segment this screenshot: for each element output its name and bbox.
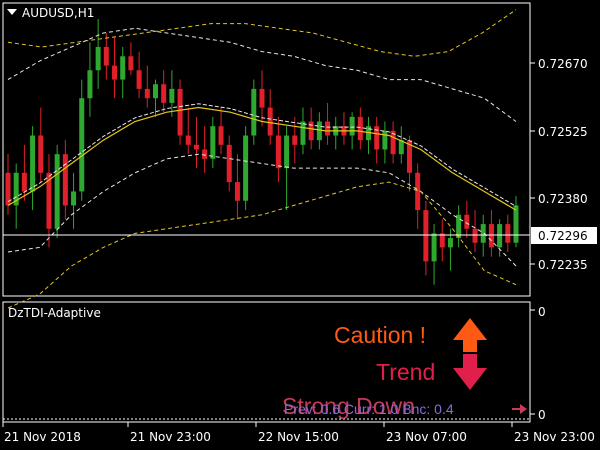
current-price-label: 0.72296: [538, 229, 588, 243]
indicator-title: DzTDI-Adaptive: [8, 306, 101, 320]
candle-body: [415, 172, 421, 211]
symbol-title: AUDUSD,H1: [22, 6, 94, 20]
candle-body: [210, 126, 216, 159]
candle-body: [488, 224, 494, 248]
time-axis: 21 Nov 2018 21 Nov 23:00 22 Nov 15:00 23…: [2, 422, 595, 444]
candle-body: [218, 126, 224, 145]
candle-body: [152, 84, 158, 99]
candle-body: [447, 238, 453, 248]
time-tick-label: 23 Nov 07:00: [386, 430, 467, 444]
candle-body: [112, 65, 118, 80]
candle-body: [226, 144, 232, 183]
time-tick-label: 21 Nov 2018: [4, 430, 81, 444]
candle-body: [185, 135, 191, 145]
dropdown-triangle-icon[interactable]: [7, 9, 17, 15]
candle-body: [128, 56, 134, 71]
candle-body: [300, 121, 306, 145]
up-down-arrow-icon: [453, 318, 487, 390]
price-tick-label: 0.72525: [538, 125, 588, 139]
candle-body: [144, 88, 150, 99]
trading-chart[interactable]: AUDUSD,H1 0.72670 0.72525 0.72380 0.7223…: [0, 0, 600, 450]
candle-body: [87, 70, 93, 99]
candle-body: [30, 135, 36, 192]
candle-body: [497, 224, 503, 248]
caution-label: Caution !: [334, 322, 426, 348]
candle-body: [234, 182, 240, 201]
candle-body: [284, 135, 290, 169]
candle-body: [472, 228, 478, 243]
candle-body: [177, 88, 183, 136]
candle-body: [202, 149, 208, 159]
candle-body: [513, 205, 519, 243]
indicator-axis-bottom-label: 0: [538, 408, 546, 422]
price-tick-label: 0.72380: [538, 192, 588, 206]
candle-body: [259, 88, 265, 108]
candle-body: [38, 135, 44, 173]
candle-body: [431, 233, 437, 262]
candle-body: [21, 172, 27, 192]
trend-label: Trend: [376, 359, 435, 385]
candle-body: [292, 135, 298, 145]
candlestick-series: [5, 18, 519, 285]
candle-body: [169, 88, 175, 103]
right-arrow-icon: [512, 404, 527, 414]
price-tick-label: 0.72670: [538, 57, 588, 71]
time-tick-label: 22 Nov 15:00: [258, 430, 339, 444]
time-tick-label: 21 Nov 23:00: [130, 430, 211, 444]
candle-body: [136, 70, 142, 89]
candle-body: [325, 121, 331, 136]
candle-body: [62, 154, 68, 206]
candle-body: [267, 107, 273, 136]
price-tick-label: 0.72235: [538, 258, 588, 272]
candle-body: [439, 233, 445, 248]
candle-body: [79, 98, 85, 192]
candle-body: [161, 84, 167, 103]
time-tick-label: 23 Nov 23:00: [514, 430, 595, 444]
candle-body: [349, 116, 355, 136]
candle-body: [251, 88, 257, 136]
candle-body: [505, 224, 511, 243]
candle-body: [120, 56, 126, 80]
candle-body: [243, 135, 249, 201]
candle-body: [382, 130, 388, 150]
candle-body: [95, 46, 101, 71]
indicator-axis-top-label: 0: [538, 305, 546, 319]
candle-body: [71, 191, 77, 206]
candle-body: [423, 210, 429, 262]
candle-body: [103, 46, 109, 66]
candle-body: [357, 116, 363, 141]
candle-body: [54, 154, 60, 229]
candle-body: [275, 135, 281, 169]
candle-body: [193, 144, 199, 150]
status-readout: Prev: 0.6 Curr: 1.0 Bnc: 0.4: [284, 401, 454, 417]
candle-body: [464, 214, 470, 229]
